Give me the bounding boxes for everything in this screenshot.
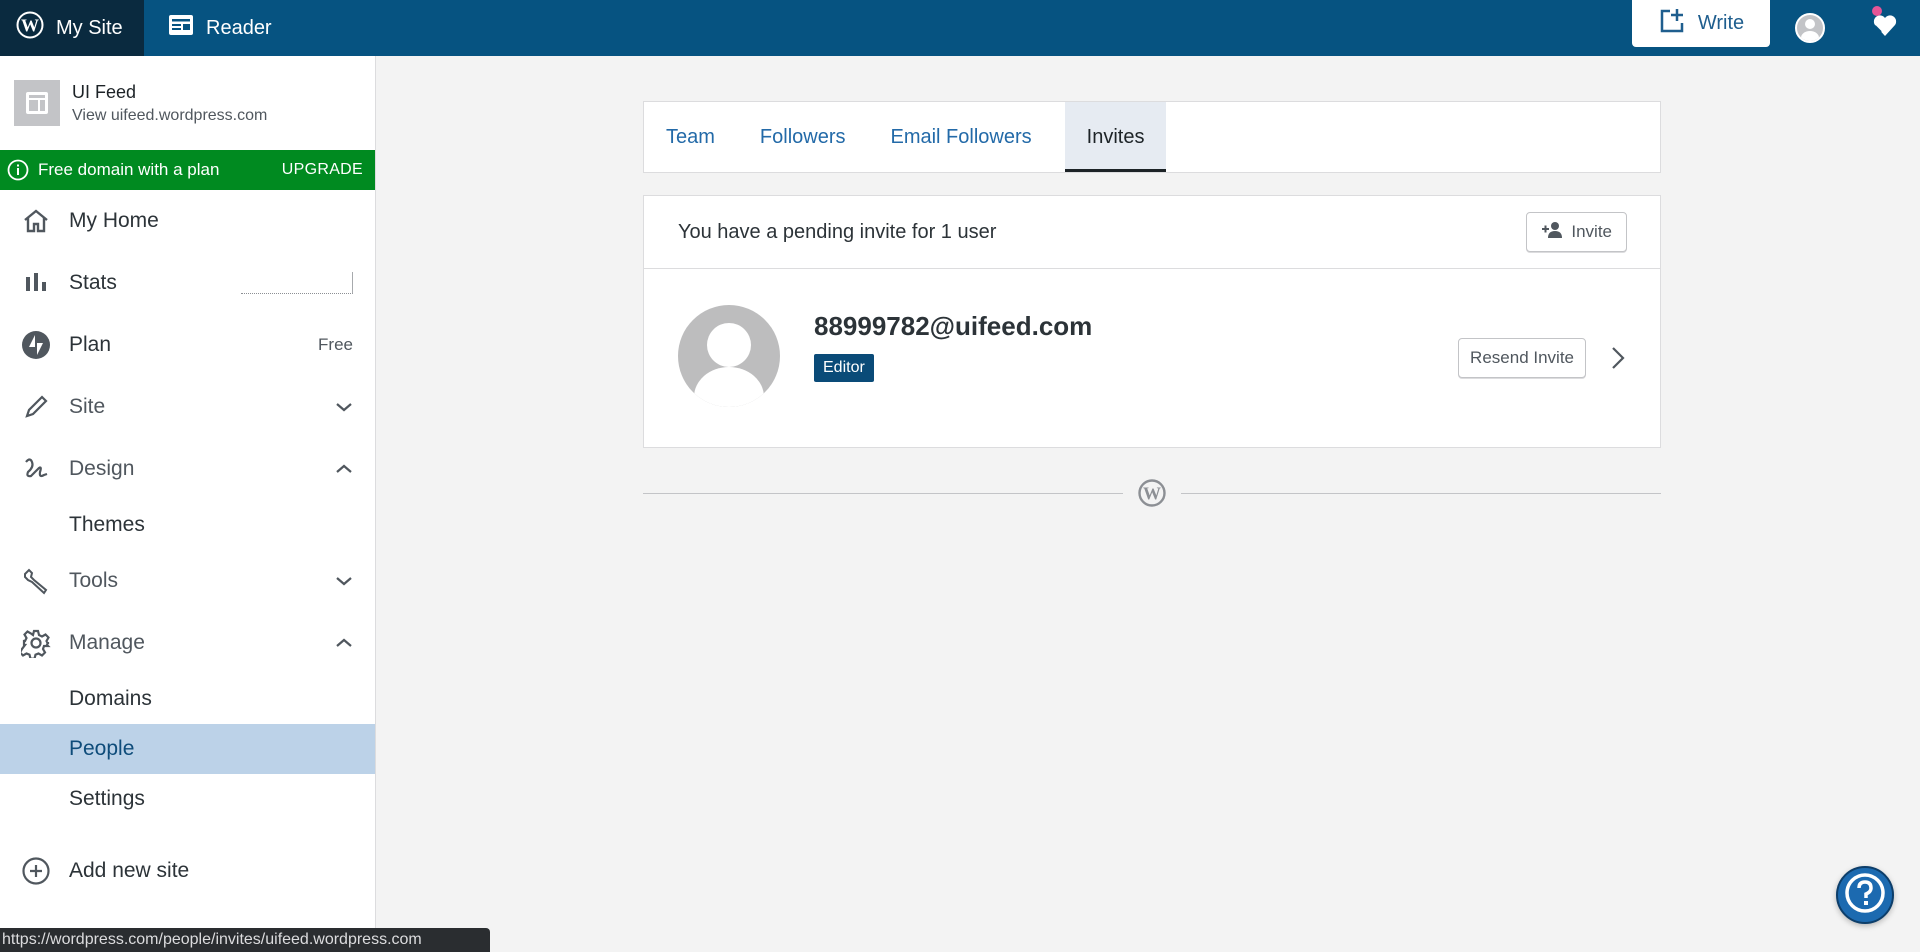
sidebar-item-label: Manage xyxy=(69,631,145,654)
people-section-tabs: Team Followers Email Followers Invites xyxy=(643,101,1661,173)
info-icon xyxy=(0,159,36,181)
add-user-icon xyxy=(1541,221,1563,244)
free-domain-upsell-banner[interactable]: Free domain with a plan UPGRADE xyxy=(0,150,375,190)
sidebar-item-tools[interactable]: Tools xyxy=(0,550,375,612)
masterbar: W My Site Reader Write xyxy=(0,0,1920,56)
account-avatar-button[interactable] xyxy=(1770,0,1850,56)
question-mark-icon xyxy=(1843,871,1887,920)
tab-invites[interactable]: Invites xyxy=(1064,102,1167,172)
site-card[interactable]: UI Feed View uifeed.wordpress.com xyxy=(0,56,375,150)
my-site-label: My Site xyxy=(56,16,123,39)
chevron-up-icon xyxy=(335,637,353,649)
site-placeholder-icon xyxy=(14,80,60,126)
sidebar-item-label: Tools xyxy=(69,569,119,592)
reader-icon xyxy=(168,14,194,42)
sidebar-subitem-settings[interactable]: Settings xyxy=(0,774,375,824)
upsell-text: Free domain with a plan xyxy=(38,160,220,179)
write-label: Write xyxy=(1697,12,1745,34)
wrench-icon xyxy=(20,565,52,597)
chevron-down-icon xyxy=(335,575,353,587)
sidebar: UI Feed View uifeed.wordpress.com Free d… xyxy=(0,56,376,952)
sidebar-item-manage[interactable]: Manage xyxy=(0,612,375,674)
plus-circle-icon xyxy=(20,855,52,887)
upgrade-link[interactable]: UPGRADE xyxy=(282,161,363,179)
resend-invite-button[interactable]: Resend Invite xyxy=(1458,338,1586,378)
sidebar-subitem-themes[interactable]: Themes xyxy=(0,500,375,550)
gear-icon xyxy=(20,627,52,659)
home-icon xyxy=(20,205,52,237)
chevron-up-icon xyxy=(335,463,353,475)
my-site-button[interactable]: W My Site xyxy=(0,0,144,56)
invite-button[interactable]: Invite xyxy=(1526,212,1627,252)
site-name: UI Feed xyxy=(72,81,137,102)
notification-dot xyxy=(1872,6,1882,16)
sidebar-item-label: Add new site xyxy=(69,859,190,882)
sidebar-item-stats[interactable]: Stats xyxy=(0,252,375,314)
sidebar-item-site[interactable]: Site xyxy=(0,376,375,438)
new-post-icon xyxy=(1658,7,1686,41)
pending-invite-summary: You have a pending invite for 1 user xyxy=(678,220,997,243)
bell-heart-icon xyxy=(1871,12,1899,44)
tab-email-followers[interactable]: Email Followers xyxy=(878,102,1043,172)
reader-button[interactable]: Reader xyxy=(144,0,288,56)
wordpress-footer-logo-icon: W xyxy=(1137,478,1167,508)
notifications-button[interactable] xyxy=(1850,0,1920,56)
wordpress-logo-icon: W xyxy=(16,11,44,45)
sidebar-subitem-people[interactable]: People xyxy=(0,724,375,774)
svg-text:W: W xyxy=(1143,484,1161,504)
sidebar-item-my-home[interactable]: My Home xyxy=(0,190,375,252)
invites-card: You have a pending invite for 1 user Inv… xyxy=(643,195,1661,448)
jetpack-plan-icon xyxy=(20,329,52,361)
tab-followers[interactable]: Followers xyxy=(748,102,858,172)
tab-team[interactable]: Team xyxy=(654,102,727,172)
invite-button-label: Invite xyxy=(1571,222,1612,241)
role-badge: Editor xyxy=(814,353,874,382)
sidebar-item-label: Site xyxy=(69,395,106,418)
svg-text:W: W xyxy=(21,16,39,36)
sidebar-item-label: Design xyxy=(69,457,135,480)
sidebar-item-plan[interactable]: Plan Free xyxy=(0,314,375,376)
invitee-avatar xyxy=(678,305,780,407)
sidebar-item-label: My Home xyxy=(69,209,159,232)
chevron-down-icon xyxy=(335,401,353,413)
help-button[interactable] xyxy=(1836,866,1894,924)
design-squiggle-icon xyxy=(20,453,52,485)
reader-label: Reader xyxy=(206,16,272,39)
chevron-right-icon[interactable] xyxy=(1610,345,1626,371)
link-status-tooltip: https://wordpress.com/people/invites/uif… xyxy=(0,928,490,952)
site-url-link[interactable]: View uifeed.wordpress.com xyxy=(72,107,267,125)
invite-row[interactable]: 88999782@uifeed.com Editor Resend Invite xyxy=(644,269,1660,447)
invitee-email: 88999782@uifeed.com xyxy=(814,310,1093,341)
sidebar-subitem-domains[interactable]: Domains xyxy=(0,674,375,724)
pencil-icon xyxy=(20,391,52,423)
sidebar-item-design[interactable]: Design xyxy=(0,438,375,500)
plan-badge: Free xyxy=(318,335,353,354)
sidebar-item-label: Plan xyxy=(69,333,112,356)
write-button[interactable]: Write xyxy=(1632,0,1770,47)
sidebar-item-label: Stats xyxy=(69,271,117,294)
user-avatar-icon xyxy=(1795,13,1825,43)
footer-divider: W xyxy=(643,479,1661,507)
sidebar-item-add-new-site[interactable]: Add new site xyxy=(0,840,375,902)
stats-sparkline xyxy=(241,272,353,294)
invites-header: You have a pending invite for 1 user Inv… xyxy=(644,196,1660,269)
stats-bar-chart-icon xyxy=(20,267,52,299)
